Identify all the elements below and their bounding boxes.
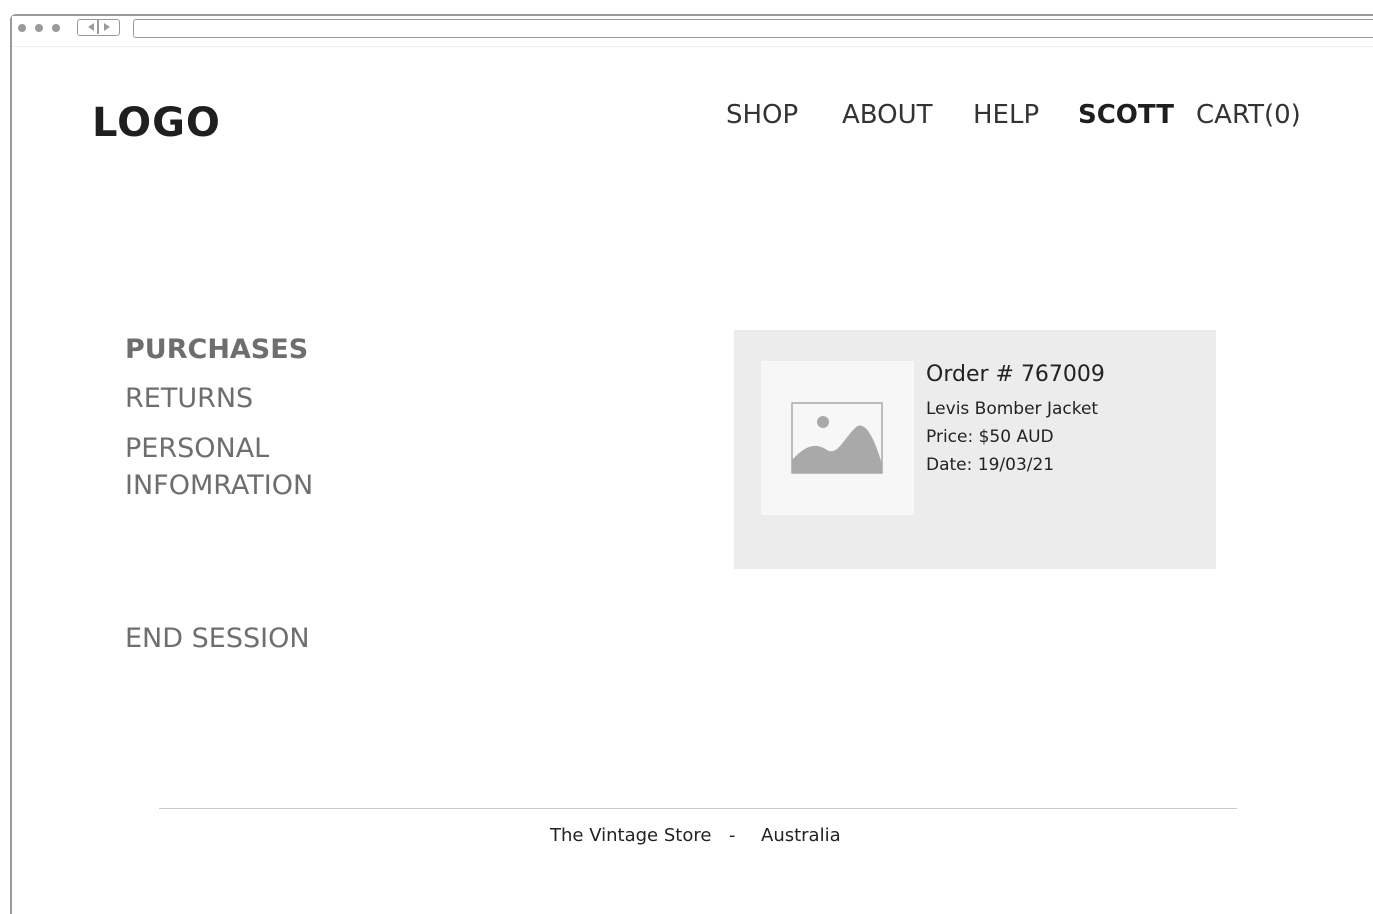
product-thumbnail [761, 361, 914, 515]
footer-separator: - [729, 825, 736, 846]
footer-country: Australia [761, 825, 841, 846]
image-placeholder-icon [791, 402, 883, 474]
order-card[interactable]: Order # 767009 Levis Bomber Jacket Price… [734, 330, 1216, 569]
nav-divider [97, 20, 99, 34]
footer-divider [159, 808, 1237, 809]
nav-shop[interactable]: SHOP [726, 100, 798, 130]
address-bar[interactable] [133, 19, 1373, 38]
order-number: Order # 767009 [926, 362, 1105, 387]
back-arrow-icon[interactable] [88, 23, 94, 31]
sidebar-item-personal-information[interactable]: PERSONAL INFOMRATION [125, 430, 313, 504]
history-nav-buttons [77, 19, 120, 36]
window-close-dot-icon[interactable] [18, 24, 26, 32]
nav-cart[interactable]: CART(0) [1196, 100, 1301, 130]
sidebar-item-purchases[interactable]: PURCHASES [125, 331, 308, 368]
sidebar-item-end-session[interactable]: END SESSION [125, 620, 310, 657]
sidebar-item-label-line1: PERSONAL [125, 433, 270, 464]
order-price: Price: $50 AUD [926, 427, 1054, 447]
order-item-name: Levis Bomber Jacket [926, 399, 1099, 419]
window-minimize-dot-icon[interactable] [35, 24, 43, 32]
nav-account-scott[interactable]: SCOTT [1078, 100, 1174, 130]
footer-store-name: The Vintage Store [550, 825, 712, 846]
site-logo[interactable]: LOGO [92, 100, 221, 146]
browser-chrome [12, 16, 1373, 47]
window-maximize-dot-icon[interactable] [52, 24, 60, 32]
sidebar-item-label-line2: INFOMRATION [125, 470, 314, 501]
nav-help[interactable]: HELP [973, 100, 1039, 130]
nav-about[interactable]: ABOUT [842, 100, 933, 130]
order-date: Date: 19/03/21 [926, 455, 1055, 475]
forward-arrow-icon[interactable] [104, 23, 110, 31]
sidebar-item-returns[interactable]: RETURNS [125, 380, 253, 417]
